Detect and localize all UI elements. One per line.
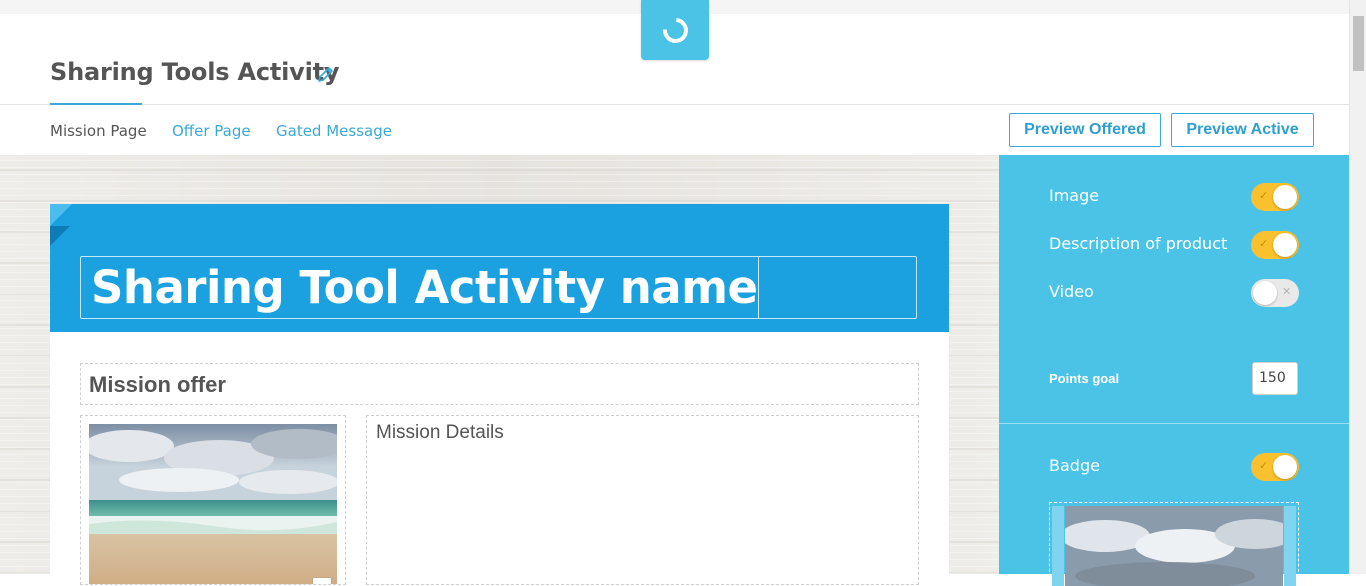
tab-offer-page[interactable]: Offer Page bbox=[172, 122, 251, 140]
preview-active-button[interactable]: Preview Active bbox=[1171, 113, 1314, 147]
activity-name-field[interactable]: Sharing Tool Activity name bbox=[80, 256, 917, 319]
settings-sidebar: Image ✓ Description of product ✓ Video ✕… bbox=[999, 155, 1349, 586]
sidebar-divider bbox=[999, 423, 1349, 424]
check-icon: ✓ bbox=[1259, 238, 1269, 250]
activity-name-text: Sharing Tool Activity name bbox=[91, 261, 758, 314]
badge-image bbox=[1065, 506, 1283, 586]
text-caret bbox=[757, 257, 759, 318]
badge-frame-right bbox=[1284, 506, 1296, 586]
title-banner: Sharing Tool Activity name bbox=[50, 204, 949, 332]
image-option-label: Image bbox=[1049, 186, 1100, 205]
description-toggle[interactable]: ✓ bbox=[1251, 231, 1299, 259]
badge-image-box[interactable] bbox=[1049, 502, 1299, 586]
tab-bar: Mission Page Offer Page Gated Message Pr… bbox=[0, 103, 1349, 156]
x-icon: ✕ bbox=[1282, 286, 1292, 298]
check-icon: ✓ bbox=[1259, 460, 1269, 472]
badge-option-label: Badge bbox=[1049, 456, 1100, 475]
mission-offer-field[interactable]: Mission offer bbox=[80, 363, 919, 405]
spinner-icon bbox=[657, 12, 693, 48]
points-goal-label: Points goal bbox=[1049, 371, 1120, 386]
tab-mission-page[interactable]: Mission Page bbox=[50, 122, 147, 140]
badge-toggle[interactable]: ✓ bbox=[1251, 453, 1299, 481]
loading-indicator bbox=[641, 0, 709, 60]
mission-image bbox=[89, 424, 337, 584]
page-title: Sharing Tools Activity bbox=[50, 58, 340, 86]
trash-icon[interactable] bbox=[313, 578, 331, 584]
toggle-knob bbox=[1273, 185, 1297, 209]
tab-gated-message[interactable]: Gated Message bbox=[276, 122, 392, 140]
toggle-knob bbox=[1253, 281, 1277, 305]
mission-image-box[interactable] bbox=[80, 415, 346, 585]
badge-frame-left bbox=[1052, 506, 1064, 586]
preview-offered-button[interactable]: Preview Offered bbox=[1009, 113, 1161, 147]
active-tab-indicator bbox=[50, 103, 142, 105]
video-toggle[interactable]: ✕ bbox=[1251, 279, 1299, 307]
check-icon: ✓ bbox=[1259, 190, 1269, 202]
mission-card: Sharing Tool Activity name Mission offer bbox=[50, 204, 949, 585]
toggle-knob bbox=[1273, 233, 1297, 257]
scrollbar-thumb[interactable] bbox=[1353, 16, 1364, 71]
description-option-label: Description of product bbox=[1049, 234, 1228, 253]
video-option-label: Video bbox=[1049, 282, 1094, 301]
banner-corner bbox=[50, 204, 72, 226]
scrollbar[interactable] bbox=[1349, 0, 1366, 574]
pencil-icon[interactable] bbox=[316, 64, 336, 84]
points-goal-input[interactable]: 150 bbox=[1252, 362, 1298, 395]
image-toggle[interactable]: ✓ bbox=[1251, 183, 1299, 211]
mission-details-field[interactable]: Mission Details bbox=[366, 415, 919, 585]
toggle-knob bbox=[1273, 455, 1297, 479]
banner-corner-shadow bbox=[50, 226, 70, 246]
